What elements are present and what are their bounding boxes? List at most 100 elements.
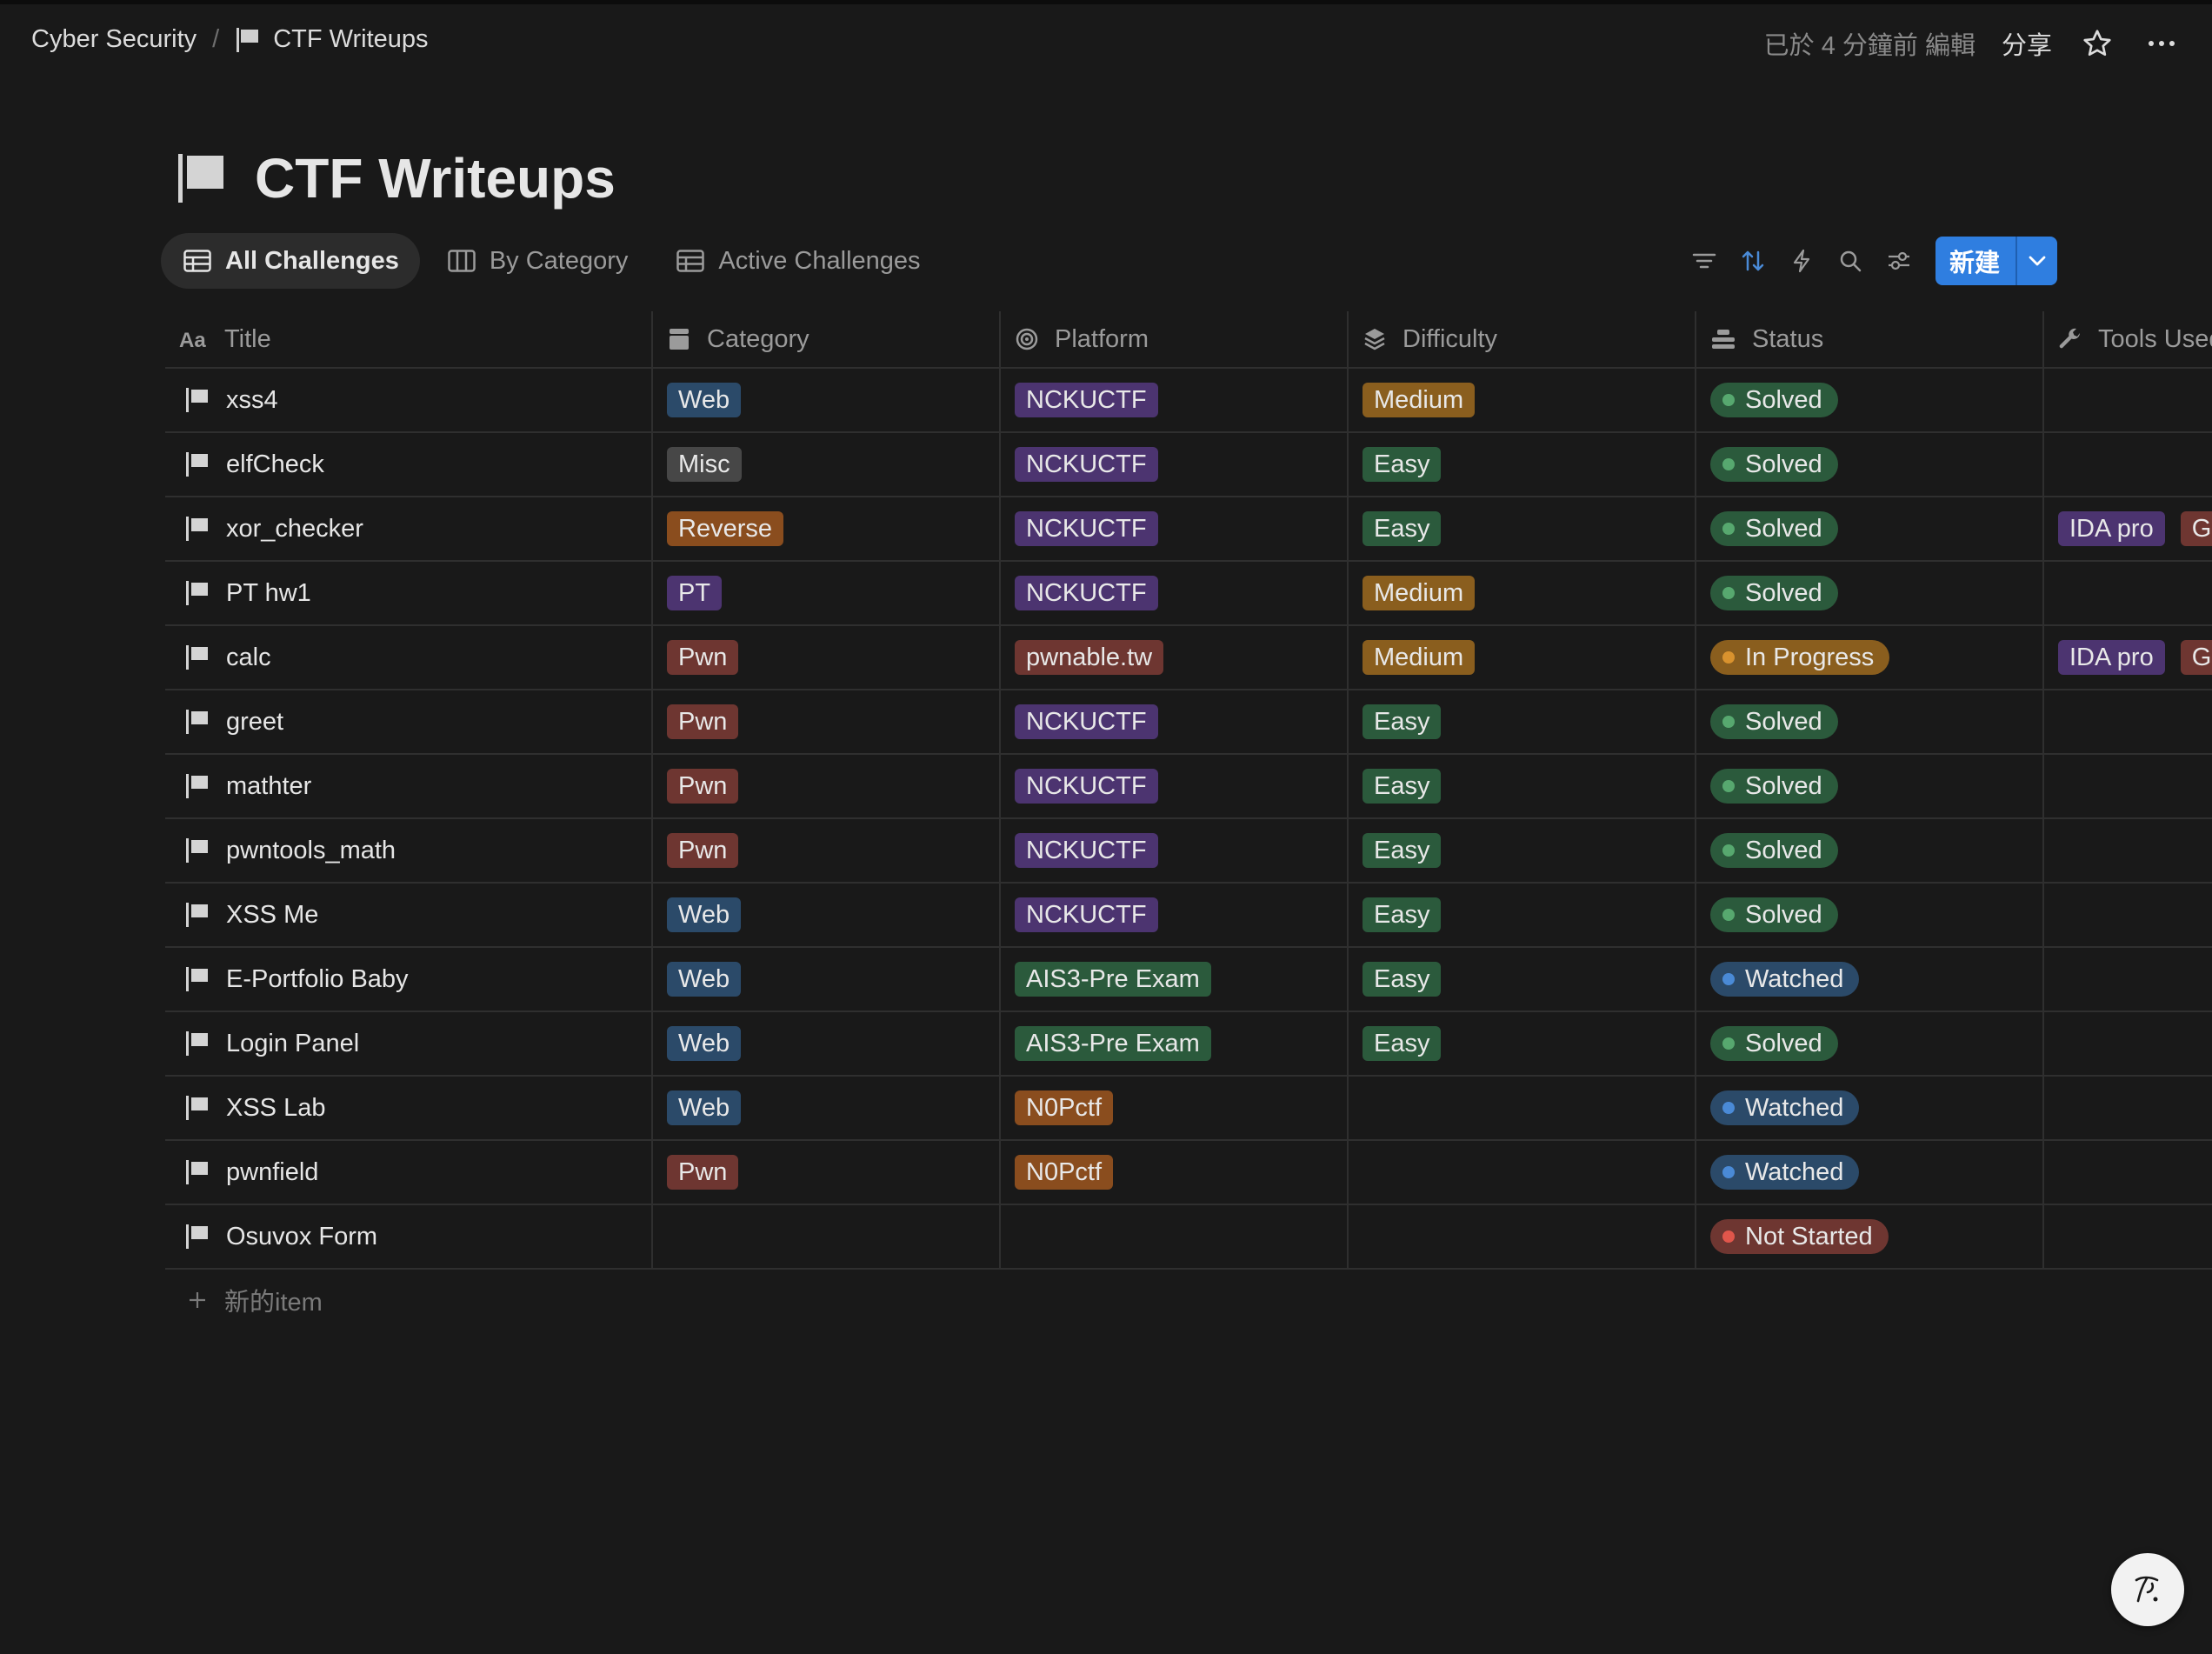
table-row[interactable]: pwnfield Pwn N0Pctf Watched <box>165 1141 2212 1205</box>
cell-status[interactable]: Solved <box>1696 690 2044 753</box>
cell-tools[interactable] <box>2044 369 2212 431</box>
cell-difficulty[interactable] <box>1349 1077 1696 1139</box>
help-button[interactable] <box>2111 1553 2184 1626</box>
cell-tools[interactable] <box>2044 884 2212 946</box>
breadcrumb-parent[interactable]: Cyber Security <box>31 25 197 54</box>
cell-category[interactable]: Web <box>653 1012 1001 1075</box>
cell-status[interactable]: Watched <box>1696 948 2044 1010</box>
cell-title[interactable]: greet <box>165 690 653 753</box>
cell-status[interactable]: Solved <box>1696 433 2044 496</box>
cell-tools[interactable] <box>2044 948 2212 1010</box>
cell-status[interactable]: Solved <box>1696 497 2044 560</box>
cell-tools[interactable]: IDA pro GDB <box>2044 626 2212 689</box>
cell-difficulty[interactable]: Medium <box>1349 369 1696 431</box>
cell-tools[interactable] <box>2044 433 2212 496</box>
search-icon[interactable] <box>1826 237 1875 285</box>
cell-status[interactable]: Solved <box>1696 819 2044 882</box>
cell-status[interactable]: Solved <box>1696 884 2044 946</box>
column-header-platform[interactable]: Platform <box>1001 311 1349 367</box>
column-header-status[interactable]: Status <box>1696 311 2044 367</box>
cell-category[interactable] <box>653 1205 1001 1268</box>
cell-platform[interactable]: N0Pctf <box>1001 1077 1349 1139</box>
cell-difficulty[interactable]: Medium <box>1349 562 1696 624</box>
cell-title[interactable]: mathter <box>165 755 653 817</box>
cell-platform[interactable]: NCKUCTF <box>1001 497 1349 560</box>
cell-category[interactable]: Pwn <box>653 819 1001 882</box>
cell-category[interactable]: Web <box>653 369 1001 431</box>
cell-status[interactable]: Solved <box>1696 1012 2044 1075</box>
cell-tools[interactable] <box>2044 1012 2212 1075</box>
column-header-difficulty[interactable]: Difficulty <box>1349 311 1696 367</box>
table-row[interactable]: E-Portfolio Baby Web AIS3-Pre Exam Easy Watc… <box>165 948 2212 1012</box>
share-button[interactable]: 分享 <box>2002 25 2052 62</box>
table-row[interactable]: XSS Lab Web N0Pctf Watched <box>165 1077 2212 1141</box>
table-row[interactable]: xor_checker Reverse NCKUCTF Easy Solved IDA p… <box>165 497 2212 562</box>
cell-title[interactable]: XSS Me <box>165 884 653 946</box>
cell-title[interactable]: pwnfield <box>165 1141 653 1204</box>
page-title[interactable]: CTF Writeups <box>255 146 616 210</box>
cell-title[interactable]: calc <box>165 626 653 689</box>
cell-category[interactable]: Pwn <box>653 755 1001 817</box>
cell-tools[interactable] <box>2044 755 2212 817</box>
cell-category[interactable]: Web <box>653 948 1001 1010</box>
table-row[interactable]: xss4 Web NCKUCTF Medium Solved <box>165 369 2212 433</box>
cell-title[interactable]: XSS Lab <box>165 1077 653 1139</box>
table-row[interactable]: greet Pwn NCKUCTF Easy Solved <box>165 690 2212 755</box>
cell-tools[interactable] <box>2044 1205 2212 1268</box>
cell-title[interactable]: Login Panel <box>165 1012 653 1075</box>
settings-sliders-icon[interactable] <box>1875 237 1923 285</box>
automation-icon[interactable] <box>1777 237 1826 285</box>
cell-category[interactable]: Web <box>653 884 1001 946</box>
cell-status[interactable]: Solved <box>1696 755 2044 817</box>
cell-title[interactable]: Osuvox Form <box>165 1205 653 1268</box>
table-row[interactable]: elfCheck Misc NCKUCTF Easy Solved <box>165 433 2212 497</box>
cell-tools[interactable] <box>2044 562 2212 624</box>
cell-category[interactable]: Web <box>653 1077 1001 1139</box>
cell-title[interactable]: PT hw1 <box>165 562 653 624</box>
cell-difficulty[interactable]: Medium <box>1349 626 1696 689</box>
cell-title[interactable]: xor_checker <box>165 497 653 560</box>
cell-difficulty[interactable] <box>1349 1141 1696 1204</box>
cell-difficulty[interactable]: Easy <box>1349 948 1696 1010</box>
cell-category[interactable]: Pwn <box>653 1141 1001 1204</box>
table-row[interactable]: PT hw1 PT NCKUCTF Medium Solved <box>165 562 2212 626</box>
cell-tools[interactable] <box>2044 690 2212 753</box>
column-header-tools[interactable]: Tools Used <box>2044 311 2212 367</box>
star-icon[interactable] <box>2082 28 2113 59</box>
cell-category[interactable]: Misc <box>653 433 1001 496</box>
table-row[interactable]: Osuvox Form Not Started <box>165 1205 2212 1270</box>
cell-category[interactable]: PT <box>653 562 1001 624</box>
cell-difficulty[interactable]: Easy <box>1349 497 1696 560</box>
cell-status[interactable]: Solved <box>1696 562 2044 624</box>
cell-platform[interactable]: NCKUCTF <box>1001 819 1349 882</box>
more-options-icon[interactable] <box>2146 28 2177 59</box>
cell-category[interactable]: Pwn <box>653 626 1001 689</box>
tab-all-challenges[interactable]: All Challenges <box>161 233 420 289</box>
column-header-title[interactable]: Aa Title <box>165 311 653 367</box>
page-flag-icon[interactable] <box>177 153 227 203</box>
cell-title[interactable]: xss4 <box>165 369 653 431</box>
cell-tools[interactable] <box>2044 819 2212 882</box>
cell-platform[interactable]: NCKUCTF <box>1001 884 1349 946</box>
cell-platform[interactable]: NCKUCTF <box>1001 433 1349 496</box>
cell-title[interactable]: elfCheck <box>165 433 653 496</box>
cell-platform[interactable]: N0Pctf <box>1001 1141 1349 1204</box>
breadcrumb-current[interactable]: CTF Writeups <box>273 25 428 54</box>
cell-difficulty[interactable]: Easy <box>1349 884 1696 946</box>
cell-platform[interactable]: pwnable.tw <box>1001 626 1349 689</box>
cell-platform[interactable]: NCKUCTF <box>1001 755 1349 817</box>
table-row[interactable]: Login Panel Web AIS3-Pre Exam Easy Solved <box>165 1012 2212 1077</box>
tab-by-category[interactable]: By Category <box>425 233 650 289</box>
cell-difficulty[interactable]: Easy <box>1349 819 1696 882</box>
cell-title[interactable]: pwntools_math <box>165 819 653 882</box>
table-row[interactable]: XSS Me Web NCKUCTF Easy Solved <box>165 884 2212 948</box>
column-header-category[interactable]: Category <box>653 311 1001 367</box>
table-row[interactable]: calc Pwn pwnable.tw Medium In Progress IDA pr… <box>165 626 2212 690</box>
cell-status[interactable]: Watched <box>1696 1141 2044 1204</box>
cell-status[interactable]: Not Started <box>1696 1205 2044 1268</box>
cell-difficulty[interactable]: Easy <box>1349 690 1696 753</box>
new-item-button[interactable]: 新的item <box>188 1282 323 1318</box>
cell-title[interactable]: E-Portfolio Baby <box>165 948 653 1010</box>
table-row[interactable]: pwntools_math Pwn NCKUCTF Easy Solved <box>165 819 2212 884</box>
cell-category[interactable]: Reverse <box>653 497 1001 560</box>
